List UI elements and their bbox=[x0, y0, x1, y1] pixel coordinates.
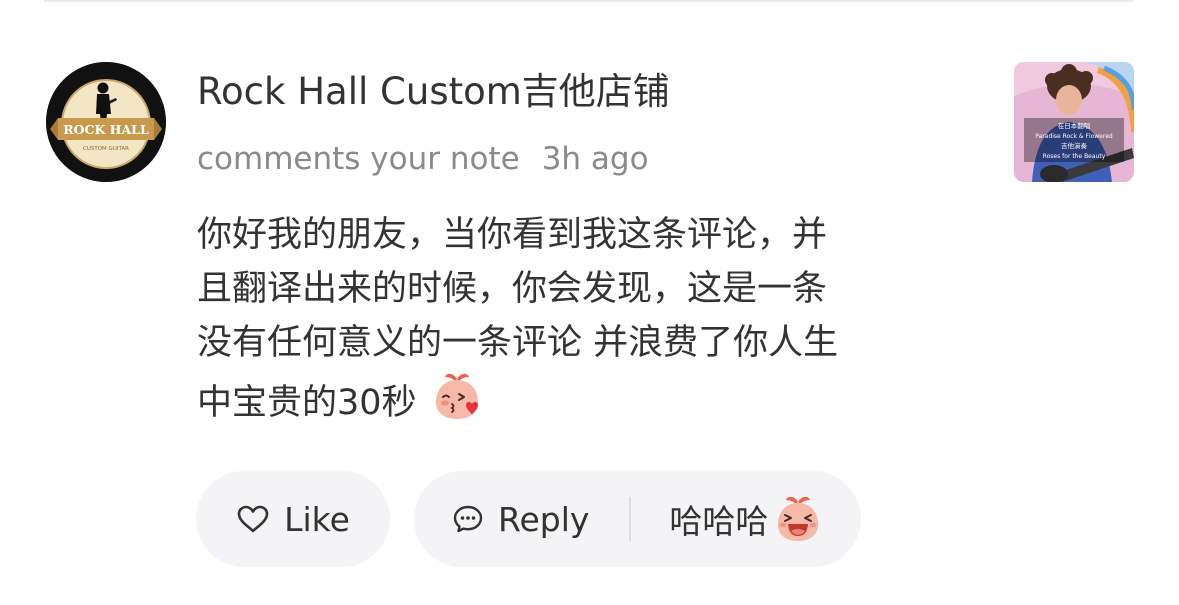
avatar[interactable]: ROCK HALL CUSTOM GUITAR bbox=[46, 62, 166, 182]
pill-divider bbox=[629, 497, 632, 541]
heart-outline-icon bbox=[237, 505, 269, 533]
top-divider bbox=[44, 0, 1134, 2]
comment-line-text: 中宝贵的30秒 bbox=[197, 383, 417, 423]
reply-button[interactable]: Reply bbox=[452, 500, 589, 539]
like-button-content: Like bbox=[236, 500, 350, 539]
comment-last-line: 中宝贵的30秒 bbox=[197, 370, 967, 438]
comment-author[interactable]: Rock Hall Custom吉他店铺 bbox=[197, 68, 670, 116]
thumbnail-caption-line: Roses for the Beauty bbox=[1043, 153, 1106, 160]
note-thumbnail[interactable]: 在日本翻唱 Paradise Rock & Flowered 吉他演奏 Rose… bbox=[1014, 62, 1134, 182]
comment-meta: comments your note 3h ago bbox=[197, 138, 649, 180]
peach-laughing-emoji-icon bbox=[778, 496, 819, 541]
thumbnail-caption-line: Paradise Rock & Flowered bbox=[1035, 133, 1113, 140]
reply-label: Reply bbox=[498, 499, 590, 539]
note-thumbnail-image: 在日本翻唱 Paradise Rock & Flowered 吉他演奏 Rose… bbox=[1014, 62, 1134, 182]
comment-body: 你好我的朋友，当你看到我这条评论，并 且翻译出来的时候，你会发现，这是一条 没有… bbox=[197, 208, 967, 438]
comment-timestamp: 3h ago bbox=[541, 141, 649, 177]
quick-reply-button[interactable]: 哈哈哈 bbox=[669, 494, 822, 544]
reply-action-pill: Reply 哈哈哈 bbox=[414, 471, 861, 567]
comment-line: 没有任何意义的一条评论 并浪费了你人生 bbox=[197, 323, 839, 363]
logo-brand-text: ROCK HALL bbox=[63, 122, 149, 137]
like-button[interactable]: Like bbox=[196, 471, 390, 567]
peach-kiss-emoji-icon bbox=[431, 370, 483, 438]
thumbnail-caption-line: 吉他演奏 bbox=[1061, 141, 1088, 150]
comment-line: 你好我的朋友，当你看到我这条评论，并 bbox=[197, 215, 828, 255]
thumbnail-caption-line: 在日本翻唱 bbox=[1058, 121, 1091, 130]
quick-reply-text: 哈哈哈 bbox=[669, 502, 769, 541]
comment-action-text: comments your note bbox=[197, 141, 520, 177]
like-label: Like bbox=[284, 499, 350, 539]
chat-bubble-icon bbox=[453, 505, 483, 533]
rock-hall-logo-icon: ROCK HALL CUSTOM GUITAR bbox=[46, 62, 166, 182]
logo-sub-text: CUSTOM GUITAR bbox=[83, 146, 129, 152]
comment-line: 且翻译出来的时候，你会发现，这是一条 bbox=[197, 269, 828, 309]
